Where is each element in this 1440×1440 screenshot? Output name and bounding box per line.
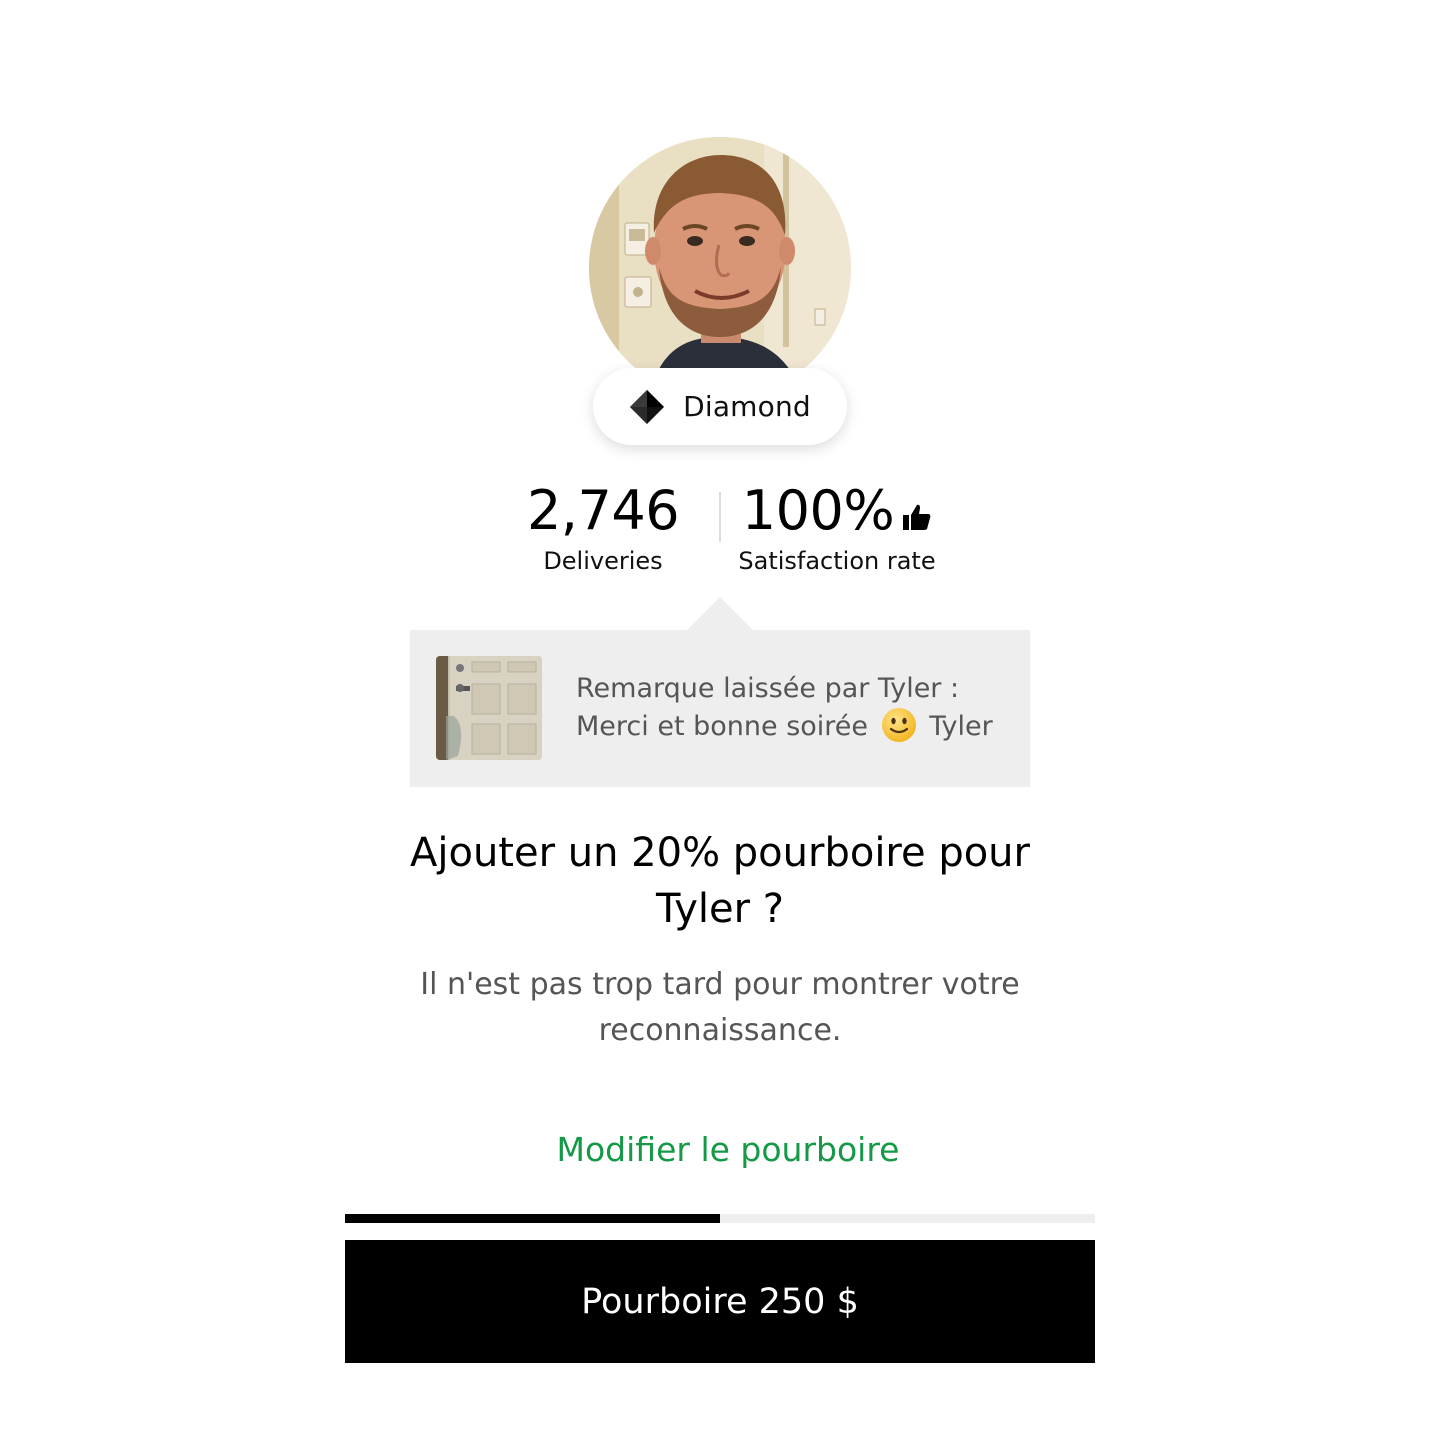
delivery-photo-thumbnail[interactable] bbox=[436, 656, 542, 760]
note-message: Merci et bonne soirée bbox=[576, 711, 869, 742]
modify-tip-link[interactable]: Modifier le pourboire bbox=[470, 1130, 986, 1169]
tip-submit-button[interactable]: Pourboire 250 $ bbox=[345, 1240, 1095, 1363]
slightly-smiling-face-icon bbox=[881, 708, 916, 742]
avatar-photo bbox=[589, 137, 851, 399]
tip-prompt-screen: Diamond 2,746 Deliveries 100% Satisfacti… bbox=[0, 0, 1440, 1440]
diamond-icon bbox=[630, 389, 665, 424]
note-line-1: Remarque laissée par Tyler : bbox=[576, 673, 960, 704]
deliveries-label: Deliveries bbox=[543, 547, 663, 575]
tip-subtext: Il n'est pas trop tard pour montrer votr… bbox=[420, 967, 1020, 1048]
door-photo bbox=[436, 656, 542, 760]
thumbs-up-icon bbox=[903, 504, 931, 530]
deliveries-count: 2,746 bbox=[526, 479, 680, 542]
avatar bbox=[589, 137, 851, 399]
delivery-note-text: Remarque laissée par Tyler : Merci et bo… bbox=[576, 670, 1016, 745]
tier-badge: Diamond bbox=[593, 368, 847, 445]
satisfaction-label: Satisfaction rate bbox=[738, 547, 936, 575]
satisfaction-stat: 100% Satisfaction rate bbox=[726, 478, 948, 576]
note-line-2: Merci et bonne soirée Tyler bbox=[576, 707, 1016, 745]
note-card-pointer bbox=[686, 597, 754, 631]
stats-divider bbox=[719, 492, 721, 542]
satisfaction-rate: 100% bbox=[741, 479, 895, 542]
progress-bar bbox=[345, 1214, 1095, 1223]
progress-bar-fill bbox=[345, 1214, 720, 1223]
tip-headline: Ajouter un 20% pourboire pour Tyler ? bbox=[410, 830, 1030, 932]
note-signature: Tyler bbox=[929, 711, 993, 742]
deliveries-stat: 2,746 Deliveries bbox=[503, 478, 703, 576]
tier-label: Diamond bbox=[683, 390, 811, 423]
delivery-note-card: Remarque laissée par Tyler : Merci et bo… bbox=[410, 630, 1030, 787]
